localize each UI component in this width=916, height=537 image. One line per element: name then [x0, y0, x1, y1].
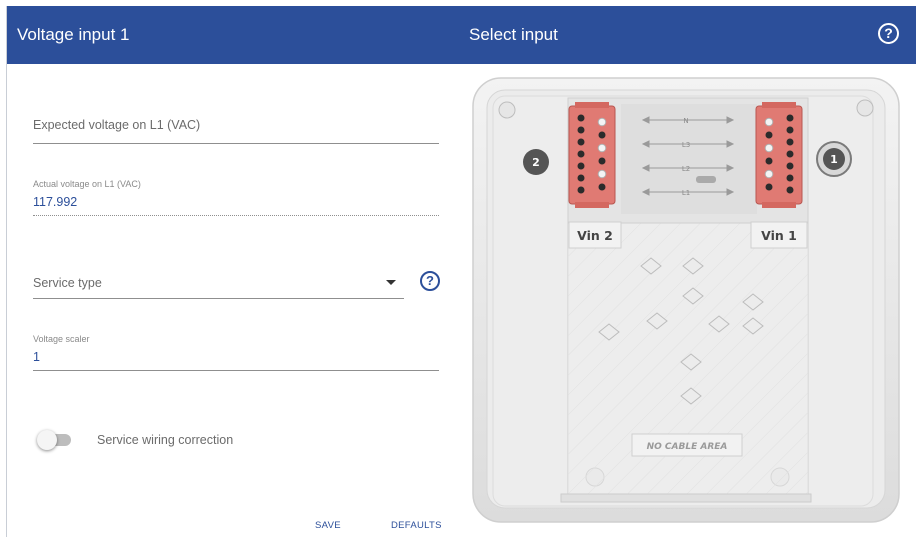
- wiring-correction-label: Service wiring correction: [97, 433, 234, 447]
- vin2-terminal-block: [568, 102, 616, 208]
- voltage-input-panel: Voltage input 1 Expected voltage on L1 (…: [6, 6, 455, 537]
- actual-voltage-label: Actual voltage on L1 (VAC): [33, 179, 141, 189]
- actual-voltage-value: 117.992: [33, 195, 78, 209]
- toggle-thumb: [37, 430, 57, 450]
- field-underline: [33, 143, 439, 144]
- actual-voltage-field: Actual voltage on L1 (VAC) 117.992: [33, 179, 439, 217]
- jumper-icon: [696, 176, 716, 183]
- wiring-correction-toggle[interactable]: [37, 430, 77, 450]
- right-panel-header: Select input ?: [455, 6, 916, 64]
- field-underline: [33, 370, 439, 371]
- input-1-badge-label: 1: [830, 153, 838, 166]
- field-underline: [33, 298, 404, 299]
- vin1-terminal-block: [755, 102, 803, 208]
- select-input-panel: Select input ? N L3 L2 L1 Vin 2 Vin 1 2 …: [455, 6, 916, 537]
- enclosure-diagram: N L3 L2 L1 Vin 2 Vin 1 2 1 NO CABLE AREA: [472, 77, 900, 523]
- line-label-n: N: [683, 117, 688, 125]
- voltage-scaler-field[interactable]: Voltage scaler 1: [33, 334, 439, 372]
- vin2-label: Vin 2: [577, 228, 613, 243]
- expected-voltage-placeholder: Expected voltage on L1 (VAC): [33, 118, 201, 132]
- line-label-l3: L3: [682, 141, 690, 149]
- line-label-l1: L1: [682, 189, 690, 197]
- app-root: Voltage input 1 Expected voltage on L1 (…: [0, 0, 916, 537]
- vin1-label: Vin 1: [761, 228, 797, 243]
- defaults-button[interactable]: DEFAULTS: [391, 520, 442, 531]
- field-underline-readonly: [33, 215, 439, 216]
- voltage-scaler-label: Voltage scaler: [33, 334, 90, 344]
- expected-voltage-field[interactable]: Expected voltage on L1 (VAC): [33, 118, 439, 144]
- no-cable-area-label: NO CABLE AREA: [647, 442, 728, 452]
- save-button[interactable]: SAVE: [315, 520, 341, 531]
- bottom-lip: [560, 493, 812, 503]
- panel-title: Select input: [469, 25, 558, 44]
- help-icon[interactable]: ?: [420, 271, 440, 291]
- panel-title: Voltage input 1: [17, 25, 130, 44]
- help-icon[interactable]: ?: [878, 23, 899, 44]
- voltage-scaler-value: 1: [33, 350, 40, 364]
- chevron-down-icon: [386, 280, 396, 285]
- line-label-l2: L2: [682, 165, 690, 173]
- service-type-placeholder: Service type: [33, 276, 102, 290]
- service-type-select[interactable]: Service type: [33, 270, 404, 300]
- screw-icon: [856, 99, 874, 117]
- screw-icon: [498, 101, 516, 119]
- input-2-badge-label: 2: [532, 156, 540, 169]
- left-panel-header: Voltage input 1: [7, 6, 455, 64]
